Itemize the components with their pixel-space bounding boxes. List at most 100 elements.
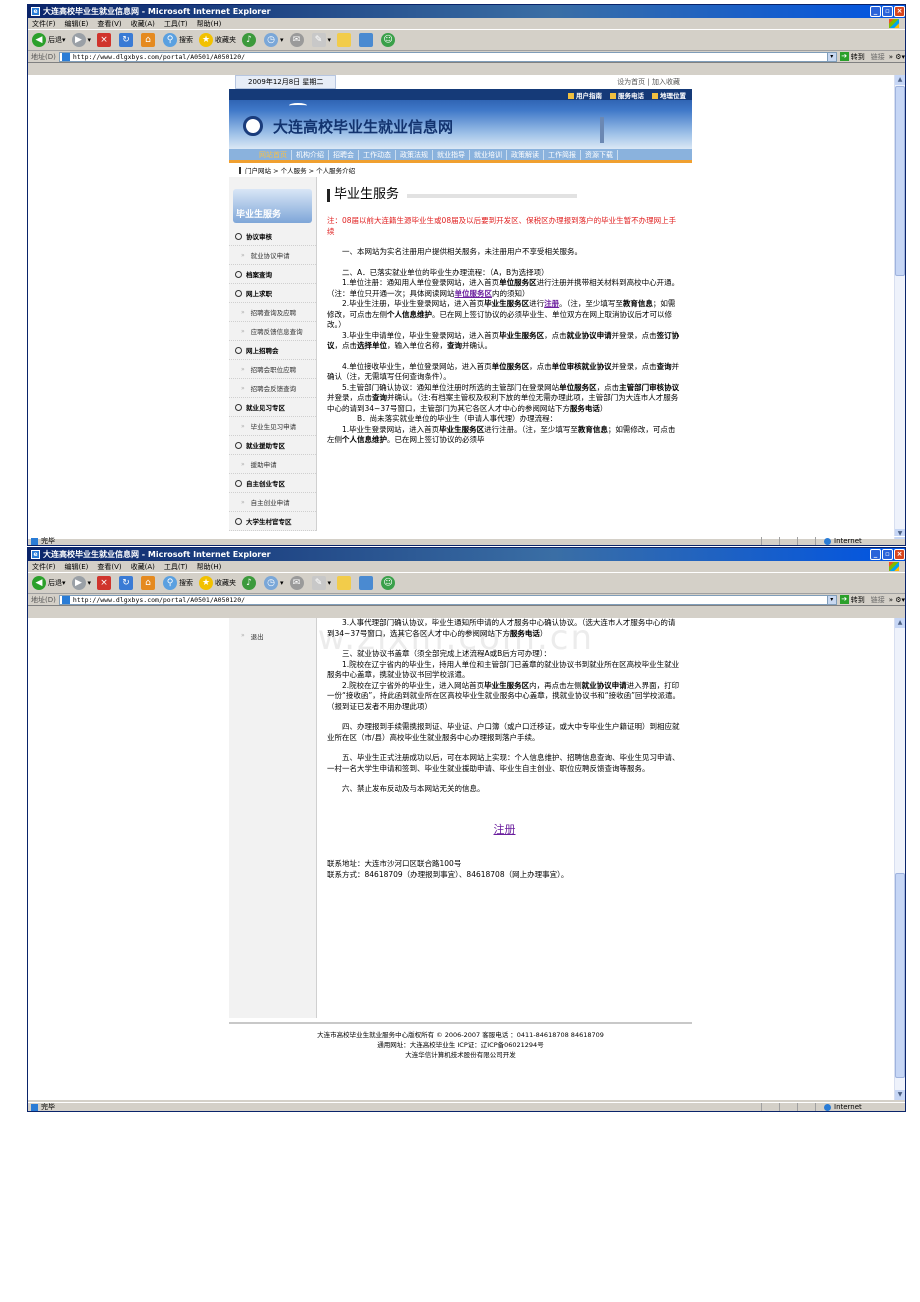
history-button[interactable]: ◷ ▾: [264, 33, 284, 47]
vertical-scrollbar[interactable]: ▲ ▼: [894, 75, 905, 539]
mail-button[interactable]: ✉: [289, 33, 306, 47]
forward-button[interactable]: ▶ ▾: [71, 576, 91, 590]
sidebar-item-fair-feedback[interactable]: 招聘会反馈查询: [229, 379, 316, 398]
menu-edit[interactable]: 编辑(E): [65, 562, 89, 572]
go-button[interactable]: ➔ 转到: [839, 52, 865, 62]
history-button[interactable]: ◷ ▾: [264, 576, 284, 590]
menu-help[interactable]: 帮助(H): [197, 562, 222, 572]
research-button[interactable]: [359, 576, 375, 590]
menu-edit[interactable]: 编辑(E): [65, 19, 89, 29]
register-link[interactable]: 注册: [327, 824, 682, 836]
nav-interpretation[interactable]: 政策解读: [507, 149, 544, 160]
stop-button[interactable]: ×: [97, 33, 113, 47]
menu-help[interactable]: 帮助(H): [197, 19, 222, 29]
sidebar-item-logout[interactable]: 退出: [229, 626, 316, 645]
mail-button[interactable]: ✉: [289, 576, 306, 590]
back-button[interactable]: ◀ 后退 ▾: [32, 576, 66, 590]
address-dropdown-button[interactable]: ▾: [826, 594, 837, 605]
address-input[interactable]: http://www.dlgxbys.com/portal/A0501/A050…: [58, 51, 828, 62]
home-button[interactable]: ⌂: [141, 576, 157, 590]
nav-training[interactable]: 就业培训: [470, 149, 507, 160]
edit-button[interactable]: ✎ ▾: [311, 33, 331, 47]
favorites-button[interactable]: ★ 收藏夹: [199, 33, 236, 47]
links-button[interactable]: 链接: [871, 52, 885, 62]
menu-file[interactable]: 文件(F): [32, 19, 56, 29]
sidebar-item-job-search[interactable]: 网上求职: [229, 284, 316, 303]
nav-downloads[interactable]: 资源下载: [581, 149, 618, 160]
sidebar-item-fair-apply[interactable]: 招聘会职位应聘: [229, 360, 316, 379]
address-dropdown-button[interactable]: ▾: [826, 51, 837, 62]
scroll-up-button[interactable]: ▲: [895, 75, 905, 85]
minimize-button[interactable]: _: [870, 549, 881, 560]
messenger-button[interactable]: ☺: [381, 33, 397, 47]
register-link-inline[interactable]: 注册: [544, 299, 559, 308]
go-button[interactable]: ➔ 转到: [839, 595, 865, 605]
minimize-button[interactable]: _: [870, 6, 881, 17]
edit-button[interactable]: ✎ ▾: [311, 576, 331, 590]
scroll-up-button[interactable]: ▲: [895, 618, 905, 628]
menu-favorites[interactable]: 收藏(A): [131, 19, 155, 29]
sidebar-item-startup[interactable]: 自主创业专区: [229, 474, 316, 493]
back-button[interactable]: ◀ 后退 ▾: [32, 33, 66, 47]
favorites-button[interactable]: ★ 收藏夹: [199, 576, 236, 590]
sidebar-item-agreement-review[interactable]: 协议审核: [229, 227, 316, 246]
employer-area-link[interactable]: 单位服务区: [455, 289, 493, 298]
page-viewport[interactable]: 2009年12月8日 星期二 设为首页 | 加入收藏 用户指南 服务电话 地理位…: [28, 75, 905, 539]
page-viewport[interactable]: www.zixin.com.cn 退出 3.人事代理部门确认协议，毕业生通知所申…: [28, 618, 905, 1100]
service-phone-link[interactable]: 服务电话: [610, 90, 644, 100]
stop-button[interactable]: ×: [97, 576, 113, 590]
sidebar-item-internship-apply[interactable]: 毕业生见习申请: [229, 417, 316, 436]
maximize-button[interactable]: ▫: [882, 6, 893, 17]
media-button[interactable]: ♪: [242, 33, 258, 47]
scroll-thumb[interactable]: [895, 873, 905, 1078]
nav-bulletin[interactable]: 工作简报: [544, 149, 581, 160]
vertical-scrollbar[interactable]: ▲ ▼: [894, 618, 905, 1100]
address-input[interactable]: http://www.dlgxbys.com/portal/A0501/A050…: [58, 594, 828, 605]
user-guide-link[interactable]: 用户指南: [568, 90, 602, 100]
sidebar-item-startup-apply[interactable]: 自主创业申请: [229, 493, 316, 512]
sidebar-item-agreement-apply[interactable]: 就业协议申请: [229, 246, 316, 265]
research-button[interactable]: [359, 33, 375, 47]
menu-tools[interactable]: 工具(T): [164, 19, 188, 29]
menu-favorites[interactable]: 收藏(A): [131, 562, 155, 572]
media-button[interactable]: ♪: [242, 576, 258, 590]
messenger-button[interactable]: ☺: [381, 576, 397, 590]
nav-about[interactable]: 机构介绍: [292, 149, 329, 160]
folder-button[interactable]: [337, 576, 353, 590]
nav-news[interactable]: 工作动态: [359, 149, 396, 160]
location-link[interactable]: 地理位置: [652, 90, 686, 100]
refresh-button[interactable]: ↻: [119, 576, 135, 590]
sidebar-item-assistance[interactable]: 就业援助专区: [229, 436, 316, 455]
links-button[interactable]: 链接: [871, 595, 885, 605]
close-button[interactable]: ×: [894, 549, 905, 560]
top-links[interactable]: 设为首页 | 加入收藏: [617, 77, 680, 87]
links-chevron-icon[interactable]: » ⚙▾: [889, 596, 905, 604]
messenger-icon: ☺: [381, 33, 396, 47]
sidebar-item-online-fair[interactable]: 网上招聘会: [229, 341, 316, 360]
nav-policy[interactable]: 政策法规: [396, 149, 433, 160]
sidebar-item-feedback-query[interactable]: 应聘反馈信息查询: [229, 322, 316, 341]
search-button[interactable]: ⚲ 搜索: [163, 33, 193, 47]
refresh-button[interactable]: ↻: [119, 33, 135, 47]
sidebar-item-internship[interactable]: 就业见习专区: [229, 398, 316, 417]
sidebar-item-village-official[interactable]: 大学生村官专区: [229, 512, 316, 531]
links-chevron-icon[interactable]: » ⚙▾: [889, 53, 905, 61]
sidebar-item-archive-query[interactable]: 档案查询: [229, 265, 316, 284]
menu-view[interactable]: 查看(V): [97, 19, 121, 29]
nav-home[interactable]: 网站首页: [255, 149, 292, 160]
nav-guidance[interactable]: 就业指导: [433, 149, 470, 160]
menu-file[interactable]: 文件(F): [32, 562, 56, 572]
sidebar-item-job-query[interactable]: 招聘查询及应聘: [229, 303, 316, 322]
forward-button[interactable]: ▶ ▾: [71, 33, 91, 47]
scroll-down-button[interactable]: ▼: [895, 1090, 905, 1100]
close-button[interactable]: ×: [894, 6, 905, 17]
sidebar-item-assistance-apply[interactable]: 援助申请: [229, 455, 316, 474]
menu-view[interactable]: 查看(V): [97, 562, 121, 572]
search-button[interactable]: ⚲ 搜索: [163, 576, 193, 590]
scroll-thumb[interactable]: [895, 86, 905, 276]
menu-tools[interactable]: 工具(T): [164, 562, 188, 572]
maximize-button[interactable]: ▫: [882, 549, 893, 560]
nav-job-fair[interactable]: 招聘会: [329, 149, 359, 160]
home-button[interactable]: ⌂: [141, 33, 157, 47]
folder-button[interactable]: [337, 33, 353, 47]
